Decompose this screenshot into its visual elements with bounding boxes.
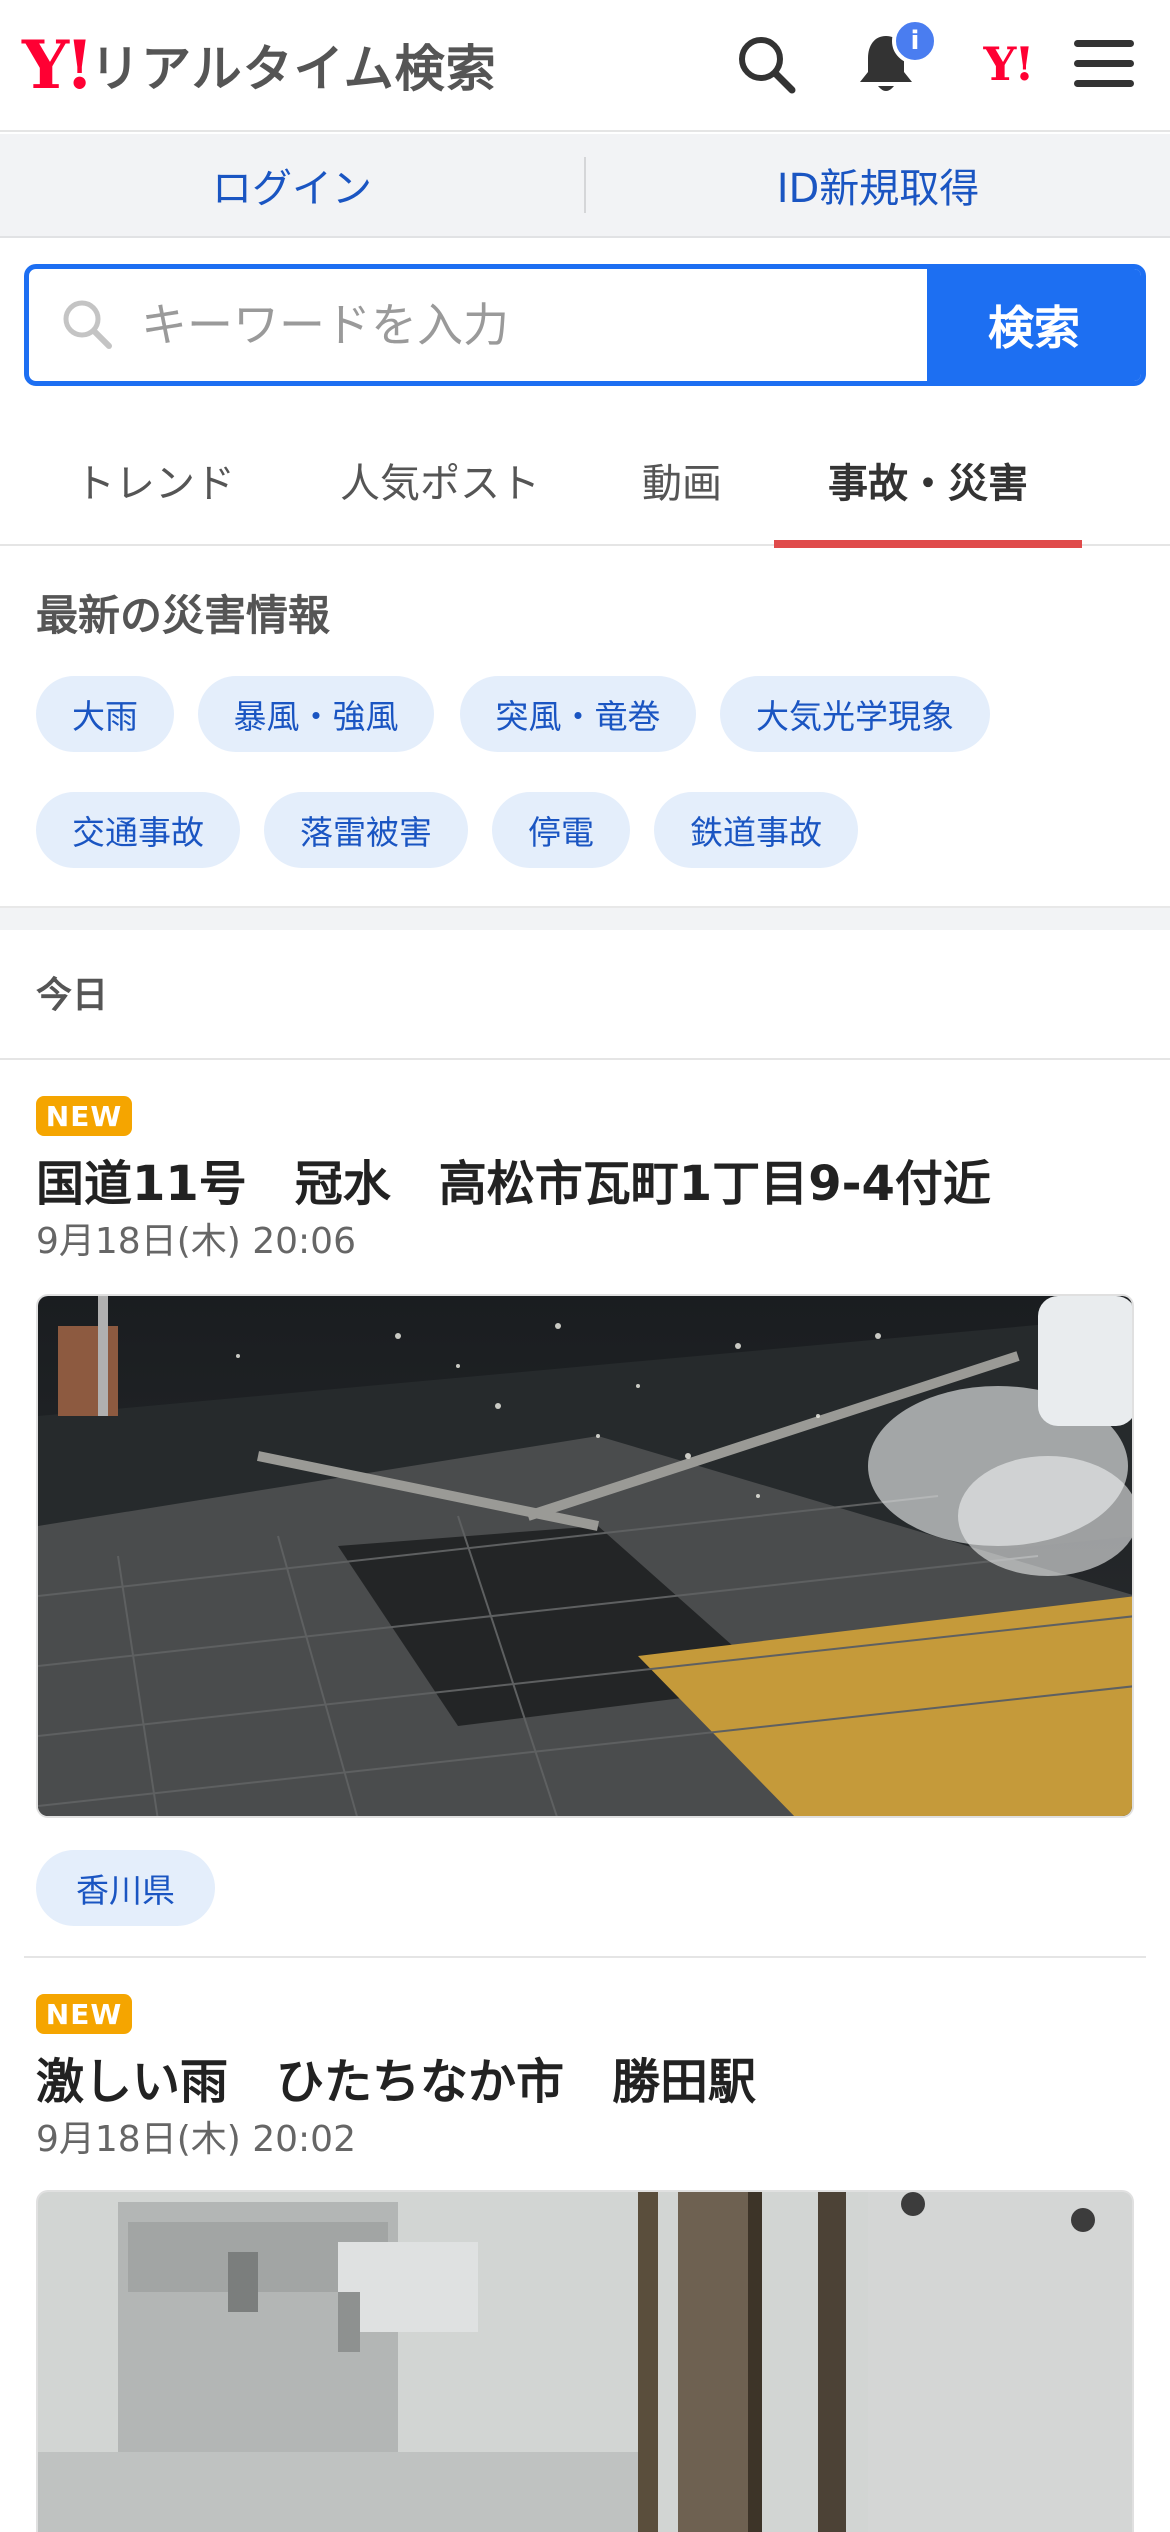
chip-traffic-accident[interactable]: 交通事故 [36, 792, 240, 868]
date-divider [0, 1058, 1170, 1060]
yahoo-realtime-logo[interactable]: Y! リアルタイム検索 [22, 30, 497, 100]
post-time: 9月18日(木) 20:02 [36, 2119, 356, 2160]
tab-trend[interactable]: トレンド [40, 414, 270, 546]
logo-text: リアルタイム検索 [90, 40, 497, 98]
yahoo-logo-icon[interactable]: Y! [966, 28, 1050, 100]
notification-bell-icon[interactable]: i [850, 18, 938, 100]
post-title[interactable]: 激しい雨 ひたちなか市 勝田駅 [36, 2042, 756, 2112]
chip-power-outage[interactable]: 停電 [492, 792, 630, 868]
tab-accidents-disasters[interactable]: 事故・災害 [774, 414, 1082, 548]
hamburger-menu-icon[interactable] [1068, 28, 1140, 100]
post-time: 9月18日(木) 20:06 [36, 1221, 356, 1262]
new-badge: NEW [36, 1096, 132, 1136]
chip-gust-tornado[interactable]: 突風・竜巻 [460, 676, 696, 752]
search-box: 検索 [24, 264, 1146, 386]
location-chip[interactable]: 香川県 [36, 1850, 215, 1926]
disaster-info-title: 最新の災害情報 [36, 591, 331, 640]
category-tabs: トレンド 人気ポスト 動画 事故・災害 [0, 414, 1170, 548]
post-title[interactable]: 国道11号 冠水 高松市瓦町1丁目9-4付近 [36, 1144, 991, 1214]
signup-link[interactable]: ID新規取得 [586, 156, 1170, 214]
post-divider [24, 1956, 1146, 1958]
login-bar: ログイン ID新規取得 [0, 134, 1170, 238]
notification-badge: i [892, 18, 938, 64]
search-icon[interactable] [730, 28, 802, 100]
chip-lightning-damage[interactable]: 落雷被害 [264, 792, 468, 868]
tab-videos[interactable]: 動画 [612, 414, 752, 546]
logo-mark: Y! [22, 26, 94, 104]
login-link[interactable]: ログイン [0, 156, 584, 214]
app-header: Y! リアルタイム検索 i Y! [0, 0, 1170, 132]
post-image-flooded-street[interactable] [36, 1294, 1134, 1818]
new-badge: NEW [36, 1994, 132, 2034]
date-heading: 今日 [36, 975, 109, 1016]
chip-heavy-rain[interactable]: 大雨 [36, 676, 174, 752]
search-button[interactable]: 検索 [927, 269, 1141, 381]
chip-storm-wind[interactable]: 暴風・強風 [198, 676, 434, 752]
search-field-icon [59, 296, 113, 354]
search-input[interactable] [141, 298, 841, 352]
post-image-heavy-rain-station[interactable] [36, 2190, 1134, 2532]
yahoo-mark: Y! [983, 37, 1034, 91]
tab-popular-posts[interactable]: 人気ポスト [320, 414, 560, 546]
chip-railway-accident[interactable]: 鉄道事故 [654, 792, 858, 868]
search-field[interactable] [29, 269, 927, 381]
chip-atmospheric-optics[interactable]: 大気光学現象 [720, 676, 990, 752]
section-separator [0, 906, 1170, 930]
